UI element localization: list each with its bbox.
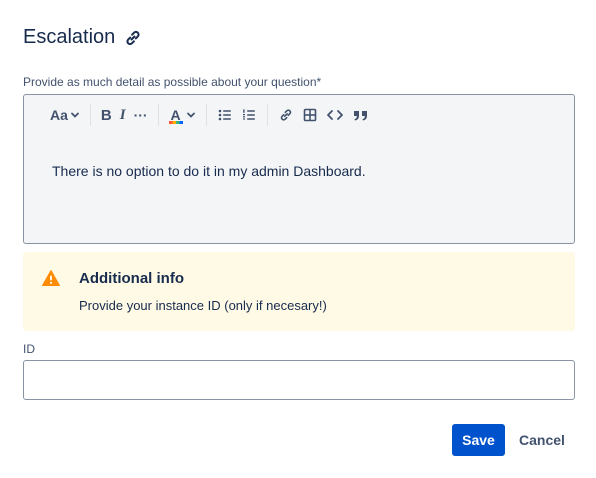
title-row: Escalation [23,26,143,49]
insert-table-button[interactable] [298,102,322,128]
editor-toolbar: Aa B I ··· A [24,95,574,135]
escalation-dialog: Escalation Provide as much detail as pos… [0,0,596,478]
id-label: ID [23,342,35,356]
description-label: Provide as much detail as possible about… [23,75,322,89]
table-icon [303,108,316,122]
toolbar-divider [205,104,207,126]
bullet-list-button[interactable] [213,102,237,128]
page-title: Escalation [23,26,116,48]
id-input[interactable] [23,360,575,400]
code-icon [326,110,343,120]
toolbar-divider [89,104,91,126]
more-formatting-button[interactable]: ··· [130,102,152,128]
text-color-label: A [170,106,181,123]
toolbar-divider [266,104,268,126]
quote-icon [353,111,367,121]
warning-icon [42,270,60,286]
info-title: Additional info [79,270,184,287]
rich-text-editor[interactable]: Aa B I ··· A There is no option to do it… [23,94,575,244]
chevron-down-icon [71,112,79,118]
bold-button[interactable]: B [97,102,116,128]
chevron-down-icon [186,112,195,118]
link-icon[interactable] [123,28,143,48]
toolbar-divider [157,104,159,126]
text-style-button[interactable]: Aa [46,102,84,128]
cancel-button[interactable]: Cancel [512,424,572,456]
editor-content[interactable]: There is no option to do it in my admin … [52,163,366,179]
bullet-list-icon [218,109,231,121]
code-button[interactable] [322,102,348,128]
italic-button[interactable]: I [116,102,130,128]
numbered-list-icon [242,109,255,120]
text-color-button[interactable]: A [165,102,200,128]
info-panel: Additional info Provide your instance ID… [23,252,575,331]
info-text: Provide your instance ID (only if necesa… [79,298,327,313]
numbered-list-button[interactable] [237,102,261,128]
quote-button[interactable] [348,102,374,128]
insert-link-button[interactable] [274,102,298,128]
link-icon [280,109,291,121]
text-style-label: Aa [50,107,68,123]
save-button[interactable]: Save [452,424,505,456]
